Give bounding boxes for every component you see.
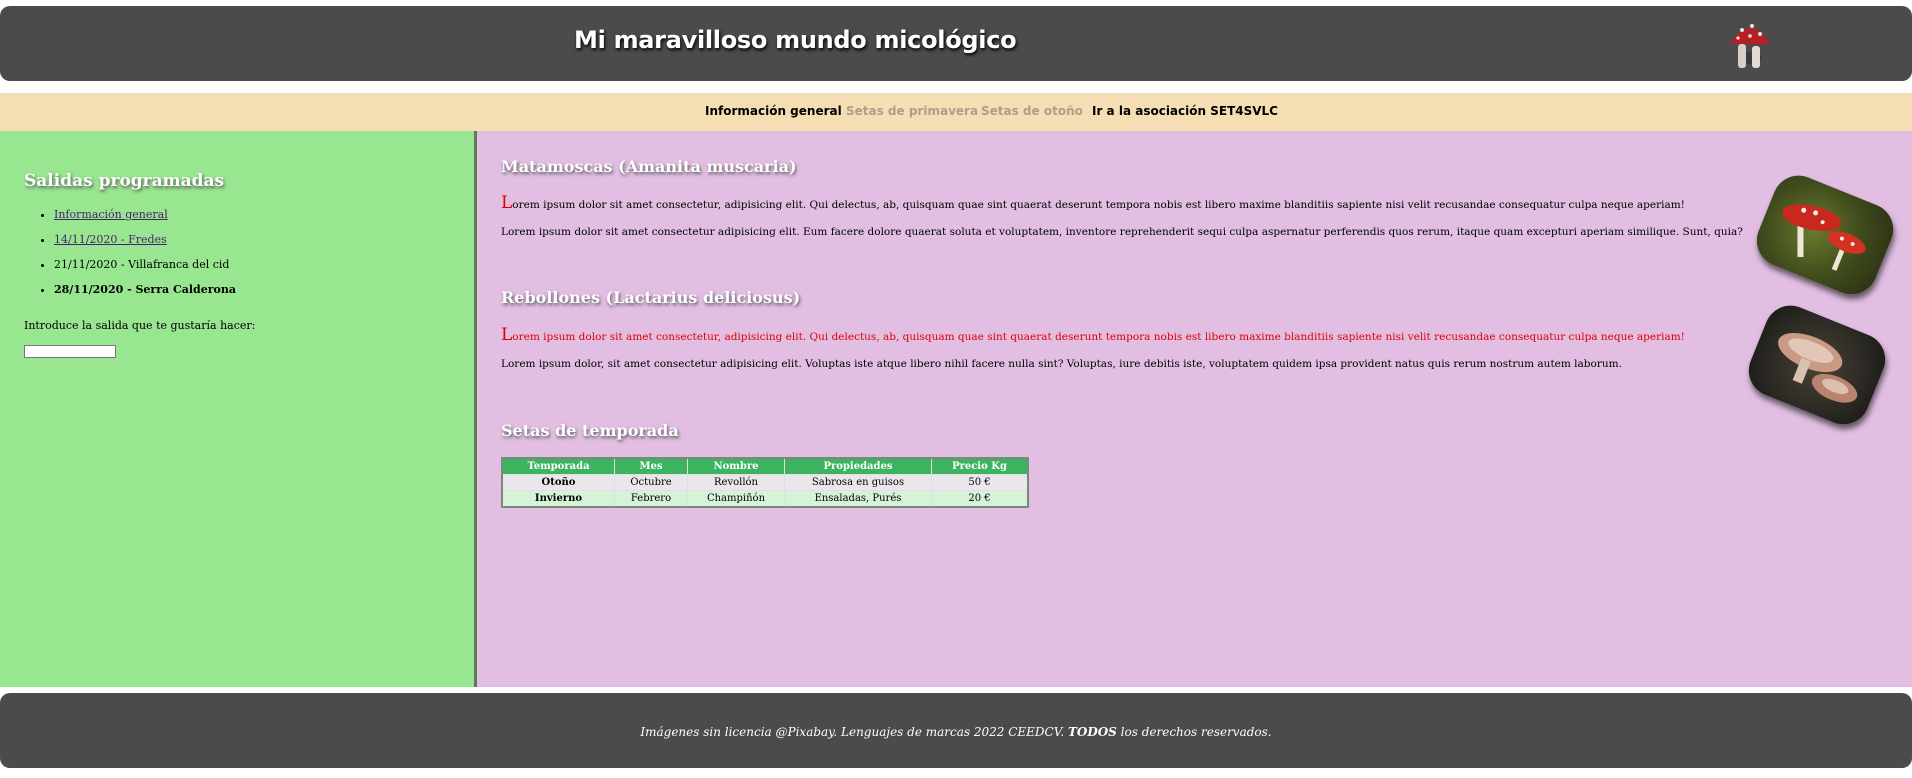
sidebar: Salidas programadas Información general … bbox=[0, 131, 477, 687]
column-header: Mes bbox=[614, 457, 688, 475]
table-cell: 50 € bbox=[931, 474, 1029, 491]
list-item: 14/11/2020 - Fredes bbox=[54, 234, 236, 246]
table-header-row: Temporada Mes Nombre Propiedades Precio … bbox=[501, 457, 1029, 475]
list-item: 21/11/2020 - Villafranca del cid bbox=[54, 259, 236, 271]
outing-prompt: Introduce la salida que te gustaría hace… bbox=[24, 319, 256, 332]
column-header: Temporada bbox=[501, 457, 615, 475]
nav-item-asociacion[interactable]: Ir a la asociación SET4SVLC bbox=[1092, 104, 1278, 118]
table-cell: Octubre bbox=[614, 474, 688, 491]
page-header: Mi maravilloso mundo micológico bbox=[0, 6, 1912, 81]
table-cell: 20 € bbox=[931, 490, 1029, 508]
nav-item-setas-otono[interactable]: Setas de otoño bbox=[981, 104, 1083, 118]
column-header: Precio Kg bbox=[931, 457, 1029, 475]
table-cell: Ensaladas, Purés bbox=[784, 490, 932, 508]
footer-text: Imágenes sin licencia @Pixabay. Lenguaje… bbox=[640, 725, 1272, 739]
outings-list: Información general 14/11/2020 - Fredes … bbox=[24, 209, 236, 309]
paragraph: Lorem ipsum dolor sit amet consectetur a… bbox=[501, 226, 1743, 238]
table-cell: Sabrosa en guisos bbox=[784, 474, 932, 491]
table-cell: Otoño bbox=[501, 474, 615, 491]
footer-bold: TODOS bbox=[1067, 725, 1117, 739]
sidebar-item-serra-calderona: 28/11/2020 - Serra Calderona bbox=[54, 283, 236, 296]
site-title: Mi maravilloso mundo micológico bbox=[574, 26, 1017, 54]
drop-cap: L bbox=[501, 325, 513, 345]
page-footer: Imágenes sin licencia @Pixabay. Lenguaje… bbox=[0, 693, 1912, 768]
column-header: Nombre bbox=[687, 457, 785, 475]
table-row: Otoño Octubre Revollón Sabrosa en guisos… bbox=[501, 474, 1029, 491]
lactarius-photo bbox=[1740, 297, 1894, 433]
sidebar-link-informacion-general[interactable]: Información general bbox=[54, 208, 168, 221]
section-title-lactarius: Rebollones (Lactarius deliciosus) bbox=[501, 288, 801, 307]
table-cell: Revollón bbox=[687, 474, 785, 491]
main-nav: Información general Setas de primavera S… bbox=[0, 93, 1912, 131]
main-content: Matamoscas (Amanita muscaria) Lorem ipsu… bbox=[477, 131, 1912, 687]
section-title-amanita: Matamoscas (Amanita muscaria) bbox=[501, 157, 797, 176]
mushroom-icon bbox=[1730, 24, 1770, 68]
sidebar-item-villafranca: 21/11/2020 - Villafranca del cid bbox=[54, 258, 230, 271]
sidebar-link-fredes[interactable]: 14/11/2020 - Fredes bbox=[54, 233, 167, 246]
sidebar-title: Salidas programadas bbox=[24, 171, 225, 191]
paragraph: Lorem ipsum dolor sit amet consectetur, … bbox=[501, 325, 1685, 345]
nav-item-setas-primavera[interactable]: Setas de primavera bbox=[846, 104, 978, 118]
paragraph: Lorem ipsum dolor, sit amet consectetur … bbox=[501, 358, 1622, 370]
table-cell: Febrero bbox=[614, 490, 688, 508]
table-cell: Invierno bbox=[501, 490, 615, 508]
outing-input[interactable] bbox=[24, 345, 116, 358]
table-cell: Champiñón bbox=[687, 490, 785, 508]
list-item: Información general bbox=[54, 209, 236, 221]
section-title-temporada: Setas de temporada bbox=[501, 421, 679, 440]
nav-item-informacion-general[interactable]: Información general bbox=[705, 104, 842, 118]
column-header: Propiedades bbox=[784, 457, 932, 475]
drop-cap: L bbox=[501, 193, 513, 213]
amanita-photo bbox=[1748, 167, 1902, 303]
table-row: Invierno Febrero Champiñón Ensaladas, Pu… bbox=[501, 490, 1029, 508]
list-item: 28/11/2020 - Serra Calderona bbox=[54, 284, 236, 296]
season-table: Temporada Mes Nombre Propiedades Precio … bbox=[501, 457, 1029, 508]
paragraph: Lorem ipsum dolor sit amet consectetur, … bbox=[501, 193, 1685, 213]
